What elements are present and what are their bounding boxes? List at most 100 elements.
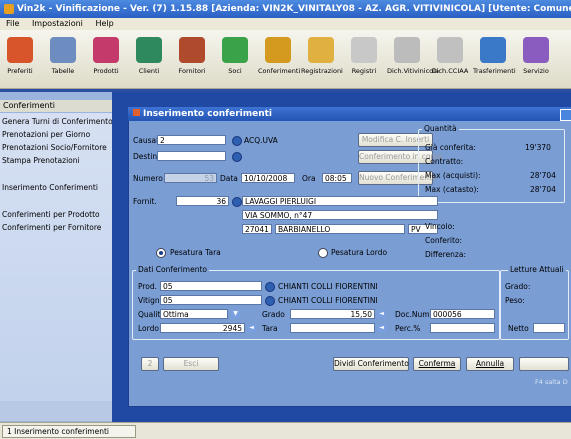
button-2[interactable]: 2: [141, 357, 159, 371]
lordo-field[interactable]: 2945: [160, 323, 245, 333]
nav-prenotazioni-giorno[interactable]: Prenotazioni per Giorno: [2, 130, 90, 139]
numero-label: Numero: [133, 174, 163, 183]
causale-description: ACQ.UVA: [244, 136, 278, 145]
tara-field[interactable]: [290, 323, 375, 333]
service-icon: [523, 37, 549, 63]
max-acquisti-label: Max (acquisti):: [425, 171, 481, 180]
toolbar-button-soci[interactable]: Soci: [215, 33, 255, 75]
nav-prenotazioni-socio[interactable]: Prenotazioni Socio/Fornitore: [2, 143, 107, 152]
toolbar-label: Conferimenti: [258, 67, 301, 75]
ora-field[interactable]: 08:05: [322, 173, 352, 183]
dialog-minimize-button[interactable]: [560, 109, 571, 121]
conferito-label: Conferito:: [425, 236, 463, 245]
registers-icon: [351, 37, 377, 63]
toolbar-button-servizio[interactable]: Servizio: [516, 33, 556, 75]
extra-button[interactable]: [519, 357, 569, 371]
causale-lookup-icon[interactable]: [232, 136, 242, 146]
docnum-field[interactable]: 000056: [430, 309, 495, 319]
toolbar-label: Registri: [351, 67, 377, 75]
nav-genera-turni[interactable]: Genera Turni di Conferimento: [2, 117, 113, 126]
toolbar-button-preferiti[interactable]: Preferiti: [0, 33, 40, 75]
tables-icon: [50, 37, 76, 63]
dividi-conferimento-button[interactable]: Dividi Conferimento: [333, 357, 409, 371]
prod-field[interactable]: 05: [160, 281, 262, 291]
grado-field[interactable]: 15,50: [290, 309, 375, 319]
toolbar-button-trasferimenti[interactable]: Trasferimenti: [473, 33, 516, 75]
nav-conferimenti-fornitore[interactable]: Conferimenti per Fornitore: [2, 223, 101, 232]
members-icon: [222, 37, 248, 63]
deliveries-icon: [265, 37, 291, 63]
pesatura-lordo-radio[interactable]: [318, 248, 328, 258]
destinaz-field[interactable]: [157, 151, 226, 161]
toolbar-button-tabelle[interactable]: Tabelle: [43, 33, 83, 75]
menu-help[interactable]: Help: [95, 19, 113, 28]
fornit-field[interactable]: 36: [176, 196, 229, 206]
toolbar-label: Clienti: [138, 67, 160, 75]
fornit-cap: 27041: [242, 224, 272, 234]
menu-bar: File Impostazioni Help: [0, 18, 571, 30]
perc-field[interactable]: [430, 323, 495, 333]
prod-lookup-icon[interactable]: [265, 282, 275, 292]
footer-hint: F4 salta D: [535, 378, 568, 386]
fornit-lookup-icon[interactable]: [232, 197, 242, 207]
conferma-button[interactable]: Conferma: [413, 357, 461, 371]
esci-button[interactable]: Esci: [163, 357, 219, 371]
letture-peso-label: Peso:: [505, 296, 525, 305]
nav-inserimento-conferimenti[interactable]: Inserimento Conferimenti: [2, 183, 98, 192]
vitigno-lookup-icon[interactable]: [265, 296, 275, 306]
lordo-read-icon[interactable]: ◄: [247, 324, 256, 332]
toolbar-label: Soci: [228, 67, 242, 75]
declaration-icon: [394, 37, 420, 63]
qualita-select[interactable]: Ottima: [160, 309, 228, 319]
vincolo-label: Vincolo:: [425, 222, 455, 231]
toolbar-label: Preferiti: [7, 67, 33, 75]
toolbar-button-clienti[interactable]: Clienti: [129, 33, 169, 75]
grado-read-icon[interactable]: ◄: [377, 310, 386, 318]
cciaa-icon: [437, 37, 463, 63]
differenza-label: Differenza:: [425, 250, 466, 259]
netto-field[interactable]: [533, 323, 565, 333]
ora-label: Ora: [302, 174, 316, 183]
fornit-address: VIA SOMMO, n°47: [242, 210, 438, 220]
menu-file[interactable]: File: [6, 19, 19, 28]
left-panel-list: Genera Turni di Conferimento Prenotazion…: [0, 113, 113, 401]
vitigno-description: CHIANTI COLLI FIORENTINI: [278, 296, 378, 305]
toolbar-button-registri[interactable]: Registri: [344, 33, 384, 75]
toolbar-label: Servizio: [523, 67, 549, 75]
nav-conferimenti-prodotto[interactable]: Conferimenti per Prodotto: [2, 210, 100, 219]
letture-attuali-title: Letture Attuali: [508, 265, 566, 274]
destinaz-lookup-icon[interactable]: [232, 152, 242, 162]
toolbar-button-fornitori[interactable]: Fornitori: [172, 33, 212, 75]
pesatura-tara-radio[interactable]: [156, 248, 166, 258]
menu-impostazioni[interactable]: Impostazioni: [32, 19, 83, 28]
lordo-label: Lordo: [138, 324, 159, 333]
taskbar-item[interactable]: 1 Inserimento conferimenti: [2, 425, 136, 438]
data-field[interactable]: 10/10/2008: [241, 173, 295, 183]
transfers-icon: [480, 37, 506, 63]
toolbar-button-registrazioni[interactable]: Registrazioni: [301, 33, 343, 75]
quantita-title: Quantità: [422, 124, 459, 133]
fornit-label: Fornit.: [133, 197, 157, 206]
pesatura-tara-label: Pesatura Tara: [170, 248, 221, 257]
dati-conferimento-title: Dati Conferimento: [136, 265, 209, 274]
vitigno-field[interactable]: 05: [160, 295, 262, 305]
suppliers-icon: [179, 37, 205, 63]
toolbar-button-prodotti[interactable]: Prodotti: [86, 33, 126, 75]
data-label: Data: [220, 174, 238, 183]
qualita-dropdown-icon[interactable]: ▼: [231, 310, 240, 318]
gia-conferita-value: 19'370: [525, 143, 551, 152]
pesatura-lordo-label: Pesatura Lordo: [331, 248, 388, 257]
toolbar-label: Dich.CCIAA: [431, 67, 469, 75]
grado-label: Grado: [262, 310, 285, 319]
causale-field[interactable]: 2: [157, 135, 226, 145]
toolbar-button-dich-cciaa[interactable]: Dich.CCIAA: [430, 33, 470, 75]
fornit-city: BARBIANELLO: [275, 224, 405, 234]
nav-stampa-prenotazioni[interactable]: Stampa Prenotazioni: [2, 156, 80, 165]
tara-read-icon[interactable]: ◄: [377, 324, 386, 332]
toolbar-button-dich-vitivinicola[interactable]: Dich.Vitivinicola: [387, 33, 439, 75]
max-catasto-label: Max (catasto):: [425, 185, 479, 194]
annulla-button[interactable]: Annulla: [466, 357, 514, 371]
numero-field[interactable]: 53: [164, 173, 217, 183]
toolbar-button-conferimenti[interactable]: Conferimenti: [258, 33, 301, 75]
docnum-label: Doc.Num.: [395, 310, 432, 319]
